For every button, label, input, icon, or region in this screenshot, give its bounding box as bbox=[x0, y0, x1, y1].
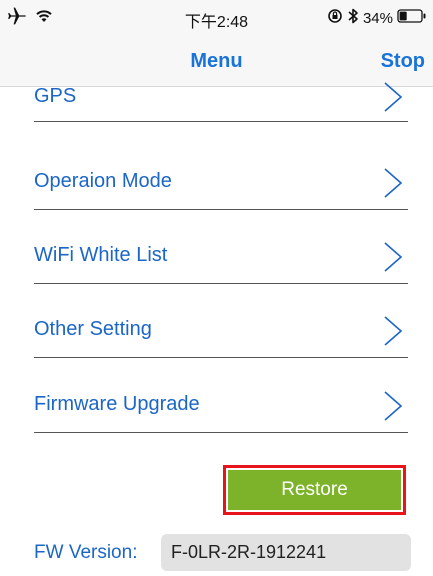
menu-item-label: Firmware Upgrade bbox=[34, 393, 200, 415]
menu-item-operation-mode[interactable]: Operaion Mode bbox=[34, 137, 408, 210]
status-bar: 下午2:48 34% bbox=[0, 0, 433, 38]
chevron-right-icon bbox=[384, 242, 403, 272]
restore-button[interactable]: Restore bbox=[228, 470, 401, 510]
chevron-right-icon bbox=[384, 168, 403, 198]
menu-item-label: Other Setting bbox=[34, 318, 152, 340]
menu-item-label: GPS bbox=[34, 85, 77, 107]
menu-item-other-setting[interactable]: Other Setting bbox=[34, 285, 408, 358]
menu-item-label: Operaion Mode bbox=[34, 170, 172, 192]
chevron-right-icon bbox=[384, 391, 403, 421]
chevron-right-icon bbox=[384, 316, 403, 346]
bluetooth-icon bbox=[347, 7, 359, 29]
menu-item-firmware-upgrade[interactable]: Firmware Upgrade bbox=[34, 360, 408, 433]
menu-item-label: WiFi White List bbox=[34, 244, 168, 266]
rotation-lock-icon bbox=[327, 8, 343, 28]
battery-percent: 34% bbox=[362, 9, 393, 27]
restore-highlight-box: Restore bbox=[223, 465, 406, 515]
fw-version-label: FW Version: bbox=[34, 542, 138, 563]
menu-item-gps[interactable]: GPS bbox=[34, 61, 408, 122]
menu-item-wifi-white-list[interactable]: WiFi White List bbox=[34, 211, 408, 284]
chevron-right-icon bbox=[384, 82, 403, 112]
app-screen: 下午2:48 34% Menu Stop GPS Operaion Mode W… bbox=[0, 0, 433, 576]
battery-icon bbox=[397, 9, 427, 27]
fw-version-value: F-0LR-2R-1912241 bbox=[161, 534, 411, 571]
status-right-icons: 34% bbox=[327, 7, 427, 29]
